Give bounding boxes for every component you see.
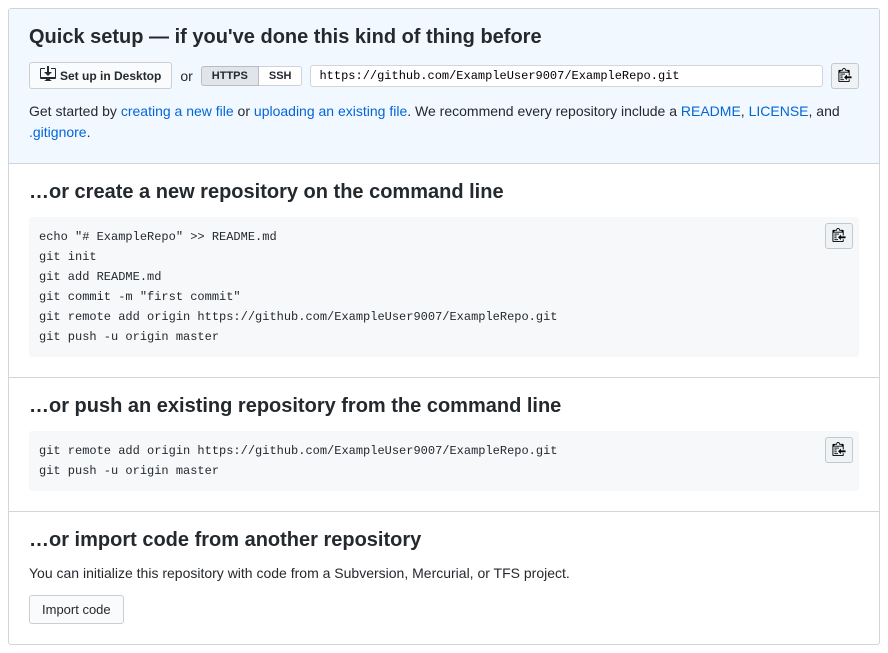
import-code-button[interactable]: Import code — [29, 595, 124, 624]
copy-create-cli-button[interactable] — [825, 223, 853, 249]
import-description: You can initialize this repository with … — [29, 565, 859, 581]
license-link[interactable]: LICENSE — [749, 103, 809, 119]
copy-url-button[interactable] — [831, 63, 859, 89]
push-cli-code[interactable]: git remote add origin https://github.com… — [29, 431, 859, 491]
readme-link[interactable]: README — [681, 103, 741, 119]
quick-setup-section: Quick setup — if you've done this kind o… — [9, 9, 879, 164]
quick-setup-help: Get started by creating a new file or up… — [29, 101, 859, 143]
protocol-https-button[interactable]: HTTPS — [201, 66, 259, 86]
push-cli-heading: …or push an existing repository from the… — [29, 394, 859, 419]
setup-desktop-button[interactable]: Set up in Desktop — [29, 62, 172, 89]
gitignore-link[interactable]: .gitignore — [29, 124, 87, 140]
protocol-ssh-button[interactable]: SSH — [259, 66, 303, 86]
create-cli-section: …or create a new repository on the comma… — [9, 164, 879, 378]
setup-row: Set up in Desktop or HTTPS SSH — [29, 62, 859, 89]
push-cli-code-block: git remote add origin https://github.com… — [29, 431, 859, 491]
empty-repo-panel: Quick setup — if you've done this kind o… — [8, 8, 880, 645]
protocol-toggle: HTTPS SSH — [201, 66, 303, 86]
import-section: …or import code from another repository … — [9, 512, 879, 644]
create-cli-heading: …or create a new repository on the comma… — [29, 180, 859, 205]
setup-desktop-label: Set up in Desktop — [60, 69, 161, 83]
copy-push-cli-button[interactable] — [825, 437, 853, 463]
create-cli-code-block: echo "# ExampleRepo" >> README.md git in… — [29, 217, 859, 357]
desktop-download-icon — [40, 66, 56, 85]
or-text: or — [180, 68, 192, 84]
clone-url-input[interactable] — [310, 65, 823, 87]
create-cli-code[interactable]: echo "# ExampleRepo" >> README.md git in… — [29, 217, 859, 357]
clipboard-icon — [832, 227, 846, 245]
clipboard-icon — [838, 67, 852, 85]
clipboard-icon — [832, 441, 846, 459]
upload-file-link[interactable]: uploading an existing file — [254, 103, 407, 119]
quick-setup-heading: Quick setup — if you've done this kind o… — [29, 25, 859, 50]
push-cli-section: …or push an existing repository from the… — [9, 378, 879, 512]
create-file-link[interactable]: creating a new file — [121, 103, 234, 119]
import-heading: …or import code from another repository — [29, 528, 859, 553]
